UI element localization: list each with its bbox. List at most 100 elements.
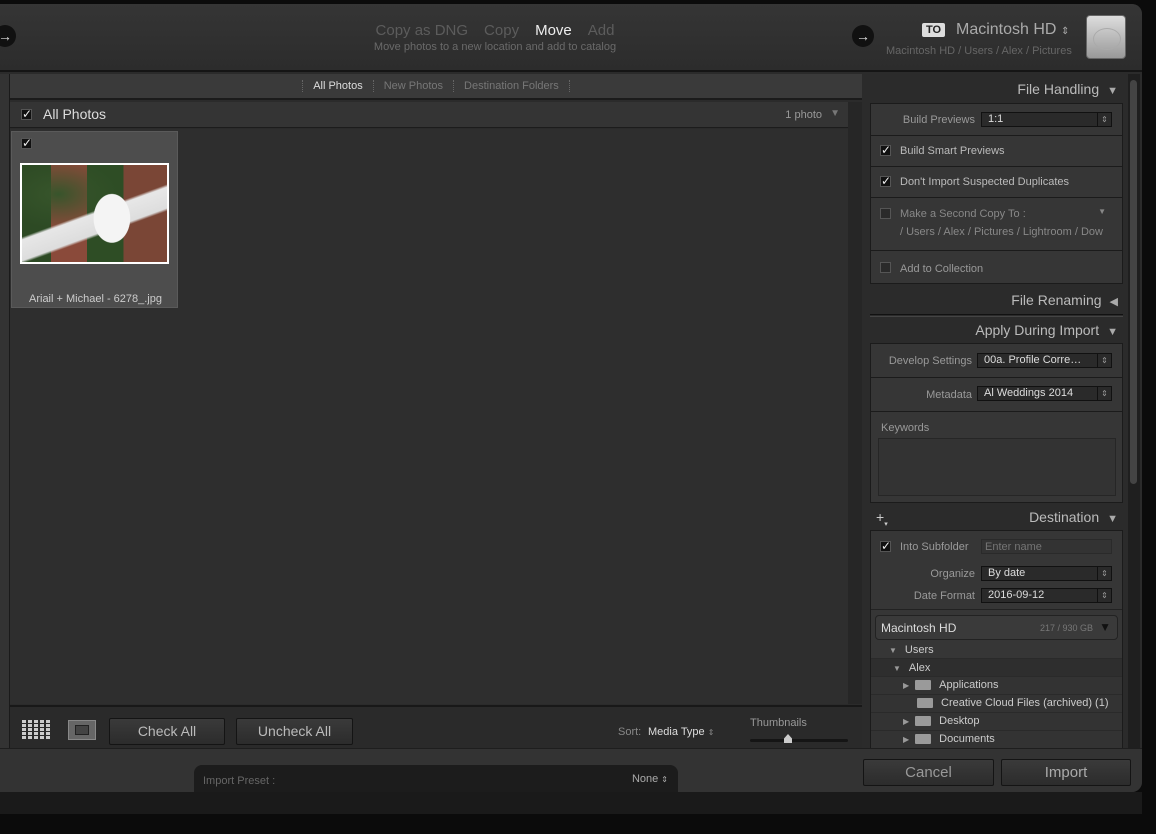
build-previews-select[interactable]: 1:1 ⇕ [981,112,1112,127]
triangle-right-icon[interactable]: ▶ [903,735,909,744]
keywords-input[interactable] [878,438,1116,496]
right-panel: File Handling ▼ Build Previews 1:1 ⇕ ✓ Buil… [866,74,1128,748]
tab-new-photos[interactable]: New Photos [372,80,454,92]
folder-label: Desktop [939,715,980,727]
duplicates-row[interactable]: ✓ Don't Import Suspected Duplicates [871,167,1122,198]
second-copy-path[interactable]: / Users / Alex / Pictures / Lightroom / … [900,226,1103,238]
import-dialog: → Copy as DNG Copy Move Add Move photos to … [0,4,1142,792]
destination-path: Macintosh HD / Users / Alex / Pictures [886,45,1072,57]
second-copy-row: Make a Second Copy To : ▼ / Users / Alex /… [871,198,1122,251]
smart-previews-checkbox[interactable]: ✓ [880,144,891,156]
check-all-button[interactable]: Check All [109,718,225,745]
second-copy-checkbox[interactable] [880,208,891,219]
photo-grid: ✓ Ariail + Michael - 6278_.jpg [10,129,848,704]
smart-previews-row[interactable]: ✓ Build Smart Previews [871,136,1122,167]
apply-during-import-header[interactable]: Apply During Import ▼ [975,322,1118,338]
triangle-down-icon[interactable]: ▼ [1098,207,1106,216]
all-photos-checkbox[interactable]: ✓ [21,108,32,120]
import-button[interactable]: Import [1001,759,1131,786]
destination-section: ✓ Into Subfolder Organize By date ⇕ Date … [870,530,1123,748]
mode-copy[interactable]: Copy [484,22,519,39]
updown-icon: ⇕ [1097,354,1111,367]
develop-settings-select[interactable]: 00a. Profile Corre… ⇕ [977,353,1112,368]
triangle-down-icon[interactable]: ▼ [830,108,840,119]
folder-icon [915,734,932,745]
photo-filename: Ariail + Michael - 6278_.jpg [29,293,162,305]
metadata-select[interactable]: Al Weddings 2014 ⇕ [977,386,1112,401]
folder-documents[interactable]: ▶ Documents [871,731,1122,748]
photo-count: 1 photo [785,109,822,121]
loupe-view-icon[interactable] [68,720,96,740]
destination-arrow-icon[interactable]: → [852,25,874,47]
mode-description: Move photos to a new location and add to… [373,41,617,53]
folder-label: Users [904,644,934,656]
add-collection-row[interactable]: Add to Collection [871,251,1122,284]
divider [871,609,1122,610]
duplicates-checkbox[interactable]: ✓ [880,175,891,187]
destination-volume-select[interactable]: Macintosh HD ⇕ [956,21,1069,39]
import-header: → Copy as DNG Copy Move Add Move photos to … [0,4,1142,72]
file-handling-header[interactable]: File Handling ▼ [1017,81,1118,97]
folder-users[interactable]: ▼ Users [871,641,1122,659]
apply-during-import-section: Develop Settings 00a. Profile Corre… ⇕ Me… [870,343,1123,503]
cancel-button[interactable]: Cancel [863,759,994,786]
folder-creative-cloud[interactable]: Creative Cloud Files (archived) (1) [871,695,1122,713]
folder-icon [915,680,932,691]
tab-destination-folders[interactable]: Destination Folders [453,80,570,92]
grid-header: ✓ All Photos 1 photo ▼ [10,102,848,128]
into-subfolder-checkbox[interactable]: ✓ [880,540,891,552]
date-format-select[interactable]: 2016-09-12 ⇕ [981,588,1112,603]
right-panel-scrollbar[interactable] [1128,74,1140,748]
develop-settings-label: Develop Settings [888,355,972,367]
scrollbar-thumb[interactable] [1130,80,1137,484]
volume-header[interactable]: Macintosh HD 217 / 930 GB ▼ [875,615,1118,640]
tab-all-photos[interactable]: All Photos [302,80,373,92]
folder-label: Creative Cloud Files (archived) (1) [941,697,1109,709]
file-renaming-header[interactable]: File Renaming ◀ [1011,292,1118,308]
select-value: Al Weddings 2014 [984,387,1074,399]
divider [870,314,1123,317]
slider-handle[interactable] [784,734,792,743]
view-tabs: All Photos New Photos Destination Folders [10,74,862,100]
mode-copy-as-dng[interactable]: Copy as DNG [376,22,469,39]
add-collection-checkbox[interactable] [880,262,891,273]
mode-add[interactable]: Add [588,22,615,39]
uncheck-all-button[interactable]: Uncheck All [236,718,353,745]
folder-alex[interactable]: ▼ Alex [871,659,1122,677]
updown-icon: ⇕ [1097,113,1111,126]
destination-header[interactable]: Destination ▼ [1029,509,1118,525]
photo-thumbnail[interactable] [20,163,169,264]
photo-checkbox[interactable]: ✓ [21,137,32,149]
triangle-down-icon: ▼ [1107,326,1118,338]
date-format-label: Date Format [913,590,975,602]
grid-scrollbar[interactable] [848,102,862,704]
add-preset-icon[interactable]: +▾ [876,509,888,528]
thumbnail-size-slider[interactable] [750,734,848,743]
import-preset-bar[interactable]: Import Preset : None ⇕ [194,765,678,792]
source-panel-collapsed[interactable] [0,74,10,748]
import-footer: Import Preset : None ⇕ Cancel Import [0,748,1142,792]
panel-title: File Handling [1017,81,1100,97]
folder-desktop[interactable]: ▶ Desktop [871,713,1122,731]
preset-value: None [631,773,659,785]
import-preset-select[interactable]: None ⇕ [632,773,668,785]
sort-select[interactable]: Media Type ⇕ [648,726,714,738]
mode-move[interactable]: Move [535,22,572,39]
source-arrow-icon[interactable]: → [0,25,16,47]
keywords-label: Keywords [881,422,930,434]
updown-icon: ⇕ [707,728,715,737]
subfolder-name-input[interactable] [981,539,1112,554]
thumbnails-label: Thumbnails [750,717,807,729]
build-previews-row: Build Previews 1:1 ⇕ [871,104,1122,136]
organize-select[interactable]: By date ⇕ [981,566,1112,581]
destination-volume: Macintosh HD [956,21,1057,38]
grid-view-icon[interactable] [22,720,51,739]
triangle-right-icon[interactable]: ▶ [903,681,909,690]
import-preset-label: Import Preset : [203,775,276,787]
volume-space: 217 / 930 GB [1039,623,1093,633]
smart-previews-label: Build Smart Previews [900,145,1005,157]
folder-applications[interactable]: ▶ Applications [871,677,1122,695]
photo-cell[interactable]: ✓ Ariail + Michael - 6278_.jpg [11,131,178,308]
triangle-left-icon: ◀ [1109,296,1118,308]
triangle-right-icon[interactable]: ▶ [903,717,909,726]
